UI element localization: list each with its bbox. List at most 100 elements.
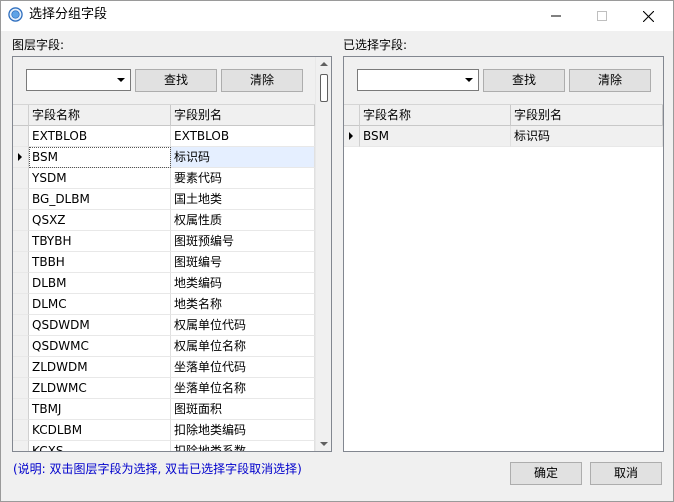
row-header[interactable]: [13, 378, 29, 399]
table-row[interactable]: TBYBH 图斑预编号: [13, 231, 315, 252]
row-header: [13, 105, 29, 126]
column-header-field-name[interactable]: 字段名称: [360, 105, 511, 126]
table-row[interactable]: BG_DLBM 国土地类: [13, 189, 315, 210]
table-row[interactable]: BSM 标识码: [13, 147, 315, 168]
row-header[interactable]: [13, 420, 29, 441]
row-header[interactable]: [13, 147, 29, 168]
cell-field-alias: 要素代码: [171, 168, 315, 189]
cell-field-alias: 国土地类: [171, 189, 315, 210]
left-clear-button[interactable]: 清除: [221, 69, 303, 92]
column-header-field-alias[interactable]: 字段别名: [511, 105, 663, 126]
row-header[interactable]: [13, 126, 29, 147]
cell-field-name: TBMJ: [29, 399, 171, 420]
right-search-button[interactable]: 查找: [483, 69, 565, 92]
cell-field-alias: 坐落单位代码: [171, 357, 315, 378]
table-row[interactable]: ZLDWMC 坐落单位名称: [13, 378, 315, 399]
row-header[interactable]: [13, 336, 29, 357]
cell-field-alias: 标识码: [511, 126, 663, 147]
close-button[interactable]: [625, 1, 671, 31]
left-search-button[interactable]: 查找: [135, 69, 217, 92]
cell-field-name: TBYBH: [29, 231, 171, 252]
selected-fields-label: 已选择字段:: [343, 38, 408, 52]
cell-field-alias: 坐落单位名称: [171, 378, 315, 399]
cell-field-name: ZLDWDM: [29, 357, 171, 378]
cell-field-alias: 权属单位名称: [171, 336, 315, 357]
dialog-window: 选择分组字段 图层字段: 已选择字段: 查找 清除 字段名称 字段别名 EXTBLO…: [0, 0, 674, 502]
table-row[interactable]: YSDM 要素代码: [13, 168, 315, 189]
cell-field-name: YSDM: [29, 168, 171, 189]
selected-fields-panel: 查找 清除 字段名称 字段别名 BSM 标识码: [343, 56, 664, 452]
left-vertical-scrollbar[interactable]: [315, 57, 331, 451]
cell-field-name: BSM: [360, 126, 511, 147]
cell-field-alias: 图斑预编号: [171, 231, 315, 252]
table-row[interactable]: TBMJ 图斑面积: [13, 399, 315, 420]
row-header[interactable]: [13, 441, 29, 451]
right-filter-combo[interactable]: [357, 69, 479, 91]
row-header[interactable]: [13, 210, 29, 231]
maximize-icon: [597, 11, 607, 21]
chevron-down-icon: [117, 78, 125, 82]
table-row[interactable]: BSM 标识码: [344, 126, 663, 147]
right-clear-button[interactable]: 清除: [569, 69, 651, 92]
row-header[interactable]: [13, 168, 29, 189]
window-title: 选择分组字段: [29, 7, 108, 22]
row-header[interactable]: [13, 231, 29, 252]
row-header[interactable]: [13, 189, 29, 210]
table-row[interactable]: TBBH 图斑编号: [13, 252, 315, 273]
row-header[interactable]: [344, 126, 360, 147]
column-header-field-alias[interactable]: 字段别名: [171, 105, 315, 126]
left-filter-combo[interactable]: [26, 69, 131, 91]
table-row[interactable]: KCDLBM 扣除地类编码: [13, 420, 315, 441]
scroll-down-icon[interactable]: [320, 442, 328, 446]
cell-field-name: TBBH: [29, 252, 171, 273]
table-row[interactable]: QSDWDM 权属单位代码: [13, 315, 315, 336]
minimize-icon: [551, 15, 561, 17]
maximize-button[interactable]: [579, 1, 625, 31]
table-row[interactable]: DLMC 地类名称: [13, 294, 315, 315]
chevron-down-icon: [465, 78, 473, 82]
cell-field-alias: EXTBLOB: [171, 126, 315, 147]
cell-field-name: KCXS: [29, 441, 171, 451]
scroll-up-icon[interactable]: [320, 62, 328, 66]
row-header[interactable]: [13, 399, 29, 420]
ok-button[interactable]: 确定: [510, 462, 582, 485]
table-row[interactable]: ZLDWDM 坐落单位代码: [13, 357, 315, 378]
table-row[interactable]: DLBM 地类编码: [13, 273, 315, 294]
row-header: [344, 105, 360, 126]
table-row[interactable]: KCXS 扣除地类系数: [13, 441, 315, 451]
cell-field-alias: 图斑编号: [171, 252, 315, 273]
row-header[interactable]: [13, 294, 29, 315]
cell-field-alias: 图斑面积: [171, 399, 315, 420]
cell-field-name: QSDWMC: [29, 336, 171, 357]
left-grid-header: 字段名称 字段别名: [13, 105, 315, 126]
cell-field-alias: 扣除地类系数: [171, 441, 315, 451]
cell-field-name: BG_DLBM: [29, 189, 171, 210]
row-header[interactable]: [13, 273, 29, 294]
cell-field-name: BSM: [29, 147, 171, 168]
minimize-button[interactable]: [533, 1, 579, 31]
cell-field-name: ZLDWMC: [29, 378, 171, 399]
cell-field-alias: 地类名称: [171, 294, 315, 315]
scroll-thumb[interactable]: [320, 74, 328, 102]
table-row[interactable]: QSDWMC 权属单位名称: [13, 336, 315, 357]
column-header-field-name[interactable]: 字段名称: [29, 105, 171, 126]
right-toolbar: 查找 清除: [344, 57, 663, 105]
cell-field-alias: 标识码: [171, 147, 315, 168]
cell-field-name: EXTBLOB: [29, 126, 171, 147]
row-header[interactable]: [13, 357, 29, 378]
cell-field-alias: 地类编码: [171, 273, 315, 294]
row-header[interactable]: [13, 315, 29, 336]
table-row[interactable]: EXTBLOB EXTBLOB: [13, 126, 315, 147]
instruction-hint: (说明: 双击图层字段为选择, 双击已选择字段取消选择): [13, 462, 302, 476]
app-icon: [8, 7, 23, 22]
row-header[interactable]: [13, 252, 29, 273]
cell-field-name: DLBM: [29, 273, 171, 294]
title-bar: 选择分组字段: [1, 1, 673, 31]
cell-field-alias: 权属性质: [171, 210, 315, 231]
cell-field-name: QSXZ: [29, 210, 171, 231]
cancel-button[interactable]: 取消: [590, 462, 662, 485]
left-toolbar: 查找 清除: [13, 57, 315, 105]
table-row[interactable]: QSXZ 权属性质: [13, 210, 315, 231]
cell-field-alias: 扣除地类编码: [171, 420, 315, 441]
cell-field-name: QSDWDM: [29, 315, 171, 336]
